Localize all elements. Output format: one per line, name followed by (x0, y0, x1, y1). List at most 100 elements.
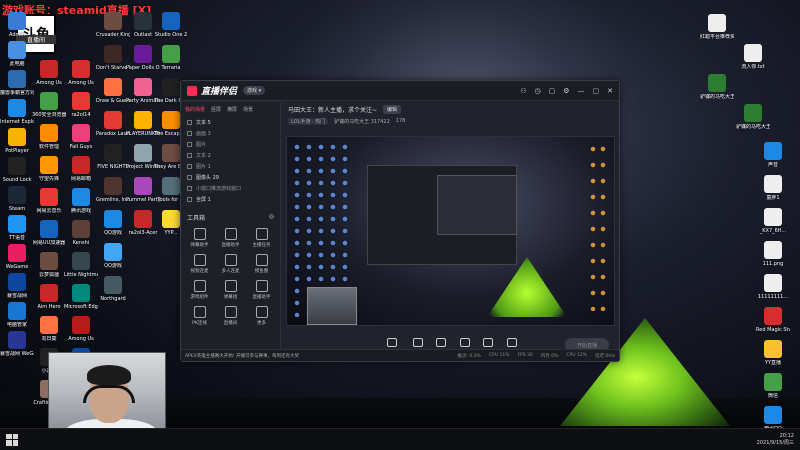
desktop-icon[interactable]: Admin (0, 12, 34, 38)
desktop-icon[interactable]: 声音 (756, 142, 790, 168)
sidebar-tab[interactable]: 场景 (243, 106, 253, 113)
scene-item[interactable]: 小窗口推流游戏窗口 (181, 183, 280, 194)
desktop-icon[interactable]: Aim Hero (32, 284, 66, 310)
window-control-icon[interactable]: ✕ (607, 87, 613, 95)
desktop-icon[interactable]: 电脑管家 (0, 302, 34, 328)
toolbox-item[interactable]: 弹幕助手 (185, 228, 214, 248)
desktop-icon[interactable]: 软件管理 (32, 124, 66, 150)
desktop-icon[interactable]: QQ游戏 (96, 210, 130, 236)
desktop-icon[interactable]: Draw & Guess (96, 78, 130, 104)
scene-item[interactable]: 文本 2 (181, 150, 280, 161)
scene-visibility-icon[interactable] (187, 164, 192, 169)
desktop-icon[interactable]: Kenshi (64, 220, 98, 246)
category-dropdown[interactable]: 游戏 ▾ (243, 86, 266, 95)
desktop-icon[interactable]: 流入你.txt (736, 44, 770, 70)
scene-item[interactable]: 图像头 29 (181, 172, 280, 183)
desktop-icon[interactable]: Red Magic Studio (756, 307, 790, 333)
desktop-icon[interactable]: 向日葵 (32, 316, 66, 342)
desktop-icon[interactable]: 网易邮箱 (64, 156, 98, 182)
desktop-icon[interactable]: Crusader Kings III (96, 12, 130, 38)
desktop-icon[interactable]: 网易UU加速器 (32, 220, 66, 246)
toolbox-item[interactable]: 直播助手 (216, 228, 245, 248)
edit-title-button[interactable]: 编辑 (383, 104, 402, 114)
toolbox-item[interactable]: 摸鱼圈 (247, 254, 276, 274)
desktop-icon[interactable]: Fall Guys (64, 124, 98, 150)
scene-visibility-icon[interactable] (187, 153, 192, 158)
room-category-tag[interactable]: LOL手游 · 热门 (288, 117, 329, 125)
toolbox-item[interactable]: 更多 (247, 306, 276, 326)
stream-title[interactable]: 马田大王：新人主播，求个关注~ (288, 105, 377, 114)
desktop-icon[interactable]: 微信 (756, 373, 790, 399)
desktop-icon[interactable]: 暴雪战网 WeGame版 (0, 331, 34, 357)
scene-visibility-icon[interactable] (187, 120, 192, 125)
toolbox-settings-icon[interactable]: ◎ (269, 213, 274, 222)
taskbar-clock[interactable]: 20:12 2021/9/15/周三 (757, 433, 794, 447)
desktop-icon[interactable]: QQ游戏 (96, 243, 130, 269)
desktop-icon[interactable]: 360安全浏览器 (32, 92, 66, 118)
scene-item[interactable]: 文本 5 (181, 117, 280, 128)
desktop-icon[interactable]: 腾讯游戏 (64, 188, 98, 214)
desktop-icon[interactable]: Little Nightmares (64, 252, 98, 278)
desktop-icon[interactable]: FIVE NIGHTS (96, 144, 130, 170)
desktop-icon[interactable]: 云梦狐狸 (32, 252, 66, 278)
desktop-icon[interactable]: 红蜡平台推荐资讯.txt (700, 14, 734, 40)
desktop-icon[interactable]: Among Us (64, 316, 98, 342)
toolbox-item[interactable]: 直播助手 (247, 280, 276, 300)
scene-visibility-icon[interactable] (187, 197, 192, 202)
desktop-icon[interactable]: Steam (0, 186, 34, 212)
desktop-icon[interactable]: Terraria (154, 45, 188, 71)
scene-visibility-icon[interactable] (187, 175, 192, 180)
toolbox-item[interactable]: 弹幕组 (216, 280, 245, 300)
scene-visibility-icon[interactable] (187, 142, 192, 147)
scene-visibility-icon[interactable] (187, 131, 192, 136)
desktop-icon[interactable]: WeGame (0, 244, 34, 270)
toolbox-item[interactable]: 游戏组件 (185, 280, 214, 300)
desktop-icon[interactable]: Northgard (96, 276, 130, 302)
desktop-icon[interactable]: 童胖1 (756, 175, 790, 201)
desktop-icon[interactable]: Sound Lock (0, 157, 34, 183)
desktop-icon[interactable]: PotPlayer (0, 128, 34, 154)
toolbox-item[interactable]: 视频连麦 (185, 254, 214, 274)
desktop-icon[interactable]: 驴镰的马吃大王·紧张.xlsx (736, 104, 770, 130)
toolbox-item[interactable]: PK连线 (185, 306, 214, 326)
desktop-icon[interactable]: 11111111... (756, 274, 790, 300)
desktop-icon[interactable]: ra2ol14 (64, 92, 98, 118)
scene-item[interactable]: 画面 3 (181, 128, 280, 139)
start-button-icon[interactable] (6, 433, 18, 446)
stream-preview[interactable] (286, 136, 615, 326)
toolbox-item[interactable]: 主播任务 (247, 228, 276, 248)
window-control-icon[interactable]: ▢ (593, 87, 600, 95)
desktop-icon[interactable]: 魔兽争霸官方对战平台 (0, 70, 34, 96)
desktop-icon[interactable]: 驴镰的马吃大王·萨克斯.xlsx (700, 74, 734, 100)
desktop-icon[interactable]: 111.png (756, 241, 790, 267)
window-control-icon[interactable]: — (578, 87, 585, 95)
desktop-icon[interactable]: 暴雪战网 (0, 273, 34, 299)
desktop-icon[interactable]: Gremlins, Inc. (96, 177, 130, 203)
sidebar-tab[interactable]: 竖屏 (211, 106, 221, 113)
window-control-icon[interactable]: ⚙ (563, 87, 569, 95)
window-control-icon[interactable]: ◷ (534, 87, 540, 95)
desktop-icon[interactable]: TT语音 (0, 215, 34, 241)
desktop-icon[interactable]: Don't Starve Together (96, 45, 130, 71)
desktop-icon[interactable]: 守望先锋 (32, 156, 66, 182)
desktop-icon[interactable]: 网易云音乐 (32, 188, 66, 214)
toolbox-item[interactable]: 直播间 (216, 306, 245, 326)
scene-item[interactable]: 图片 1 (181, 161, 280, 172)
window-control-icon[interactable]: ⚇ (520, 87, 526, 95)
desktop-icon[interactable]: Microsoft Edge (64, 284, 98, 310)
desktop-icon[interactable]: Among Us (32, 60, 66, 86)
scene-item[interactable]: 全屏 1 (181, 194, 280, 205)
scene-visibility-icon[interactable] (187, 186, 192, 191)
desktop-icon[interactable]: YY直播 (756, 340, 790, 366)
window-control-icon[interactable]: ▢ (549, 87, 556, 95)
desktop-icon[interactable]: Among Us (64, 60, 98, 86)
desktop-icon[interactable]: _KX7_6H... (756, 208, 790, 234)
desktop-icon[interactable]: Studio One 2 (154, 12, 188, 38)
desktop-icon[interactable]: Internet Explorer (0, 99, 34, 125)
scene-item[interactable]: 图片 (181, 139, 280, 150)
toolbox-item[interactable]: 多人连麦 (216, 254, 245, 274)
desktop-icon[interactable]: Paradox Launcher v2 (96, 111, 130, 137)
sidebar-tab[interactable]: 我的场景 (185, 106, 205, 113)
sidebar-tab[interactable]: 横屏 (227, 106, 237, 113)
desktop-icon[interactable]: 此电脑 (0, 41, 34, 67)
